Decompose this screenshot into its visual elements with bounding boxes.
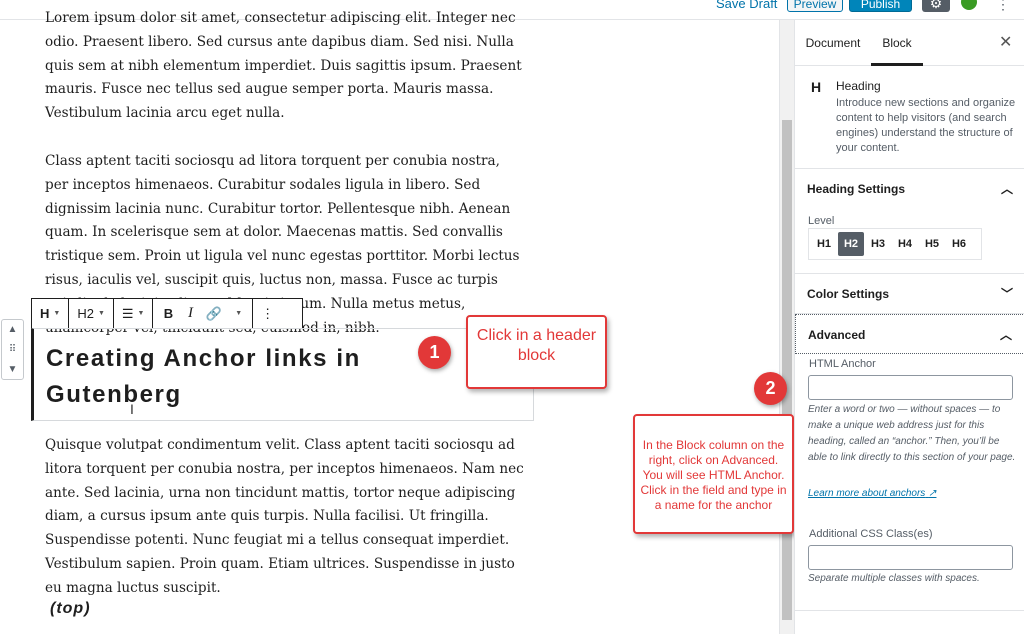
block-card-description: Introduce new sections and organize cont… [836,97,1016,154]
block-type-switcher[interactable]: H ▼ [36,302,64,326]
chevron-down-icon: ﹀ [1000,287,1013,301]
chevron-up-icon[interactable]: ▲ [8,324,18,335]
step-1-badge: 1 [418,336,451,369]
top-anchor-text[interactable]: (top) [50,600,91,618]
color-settings-toggle[interactable]: Color Settings ﹀ [795,274,1024,314]
chevron-up-icon: ︿ [1000,182,1013,196]
jetpack-icon[interactable] [961,0,977,10]
text-cursor-icon: I [130,401,134,417]
chevron-up-icon: ︿ [999,328,1012,342]
block-more-options-icon[interactable]: ⋮ [257,302,279,326]
panel-title: Color Settings [807,287,890,301]
heading-block[interactable]: Creating Anchor links in Gutenberg I [31,328,534,421]
gear-icon[interactable]: ⚙ [922,0,950,12]
heading-text[interactable]: Creating Anchor links in Gutenberg [46,341,426,413]
heading-icon: H [811,79,822,95]
css-class-label: Additional CSS Class(es) [809,528,933,540]
paragraph-block[interactable]: Lorem ipsum dolor sit amet, consectetur … [45,7,525,126]
editor-canvas: Lorem ipsum dolor sit amet, consectetur … [0,0,779,634]
level-h6-button[interactable]: H6 [946,232,972,256]
panel-title: Heading Settings [807,182,906,196]
external-link-icon: ↗ [928,488,937,499]
learn-more-link[interactable]: Learn more about anchors ↗ [808,488,936,499]
editor-scrollbar[interactable] [779,20,794,634]
publish-button[interactable]: Publish [849,0,912,12]
level-h5-button[interactable]: H5 [919,232,945,256]
block-mover: ▲ ⠿ ▼ [1,319,24,380]
italic-button[interactable]: I [179,302,201,326]
tab-document[interactable]: Document [799,20,867,66]
step-2-badge: 2 [754,372,787,405]
chevron-down-icon[interactable]: ▼ [8,364,18,375]
drag-handle-icon[interactable]: ⠿ [9,344,16,355]
scrollbar-thumb[interactable] [782,120,792,620]
panel-title: Advanced [808,328,866,342]
link-icon[interactable]: 🔗 [201,302,225,326]
more-rich-text-dropdown[interactable]: ▼ [226,302,248,326]
align-left-icon[interactable]: ☰ ▼ [118,302,149,326]
paragraph-block[interactable]: Quisque volutpat condimentum velit. Clas… [45,434,525,601]
html-anchor-input[interactable] [808,375,1013,400]
css-class-help: Separate multiple classes with spaces. [808,573,980,584]
css-class-input[interactable] [808,545,1013,570]
divider [795,610,1024,611]
close-icon[interactable]: ✕ [999,32,1012,52]
preview-button[interactable]: Preview [787,0,843,12]
heading-level-dropdown[interactable]: H2 ▼ [73,302,109,326]
more-options-icon[interactable]: ⋮ [996,0,1010,13]
level-h3-button[interactable]: H3 [865,232,891,256]
settings-sidebar: Document Block ✕ H Heading Introduce new… [794,20,1024,634]
level-h1-button[interactable]: H1 [811,232,837,256]
callout-step-2: In the Block column on the right, click … [633,414,794,534]
block-toolbar: H ▼ H2 ▼ ☰ ▼ B I 🔗 ▼ ⋮ [31,298,303,329]
heading-level-toolbar: H1 H2 H3 H4 H5 H6 [808,228,982,260]
level-h4-button[interactable]: H4 [892,232,918,256]
block-card-title: Heading [836,79,881,93]
html-anchor-label: HTML Anchor [809,358,876,370]
block-card: H Heading Introduce new sections and org… [795,66,1024,169]
level-h2-button[interactable]: H2 [838,232,864,256]
html-anchor-help: Enter a word or two — without spaces — t… [808,404,1016,463]
sidebar-tabs: Document Block ✕ [795,20,1024,66]
advanced-toggle[interactable]: Advanced ︿ [795,314,1024,354]
heading-settings-toggle[interactable]: Heading Settings ︿ [795,169,1024,209]
bold-button[interactable]: B [157,302,179,326]
level-label: Level [808,215,835,227]
tab-block[interactable]: Block [871,20,923,66]
callout-step-1: Click in a header block [466,315,607,389]
